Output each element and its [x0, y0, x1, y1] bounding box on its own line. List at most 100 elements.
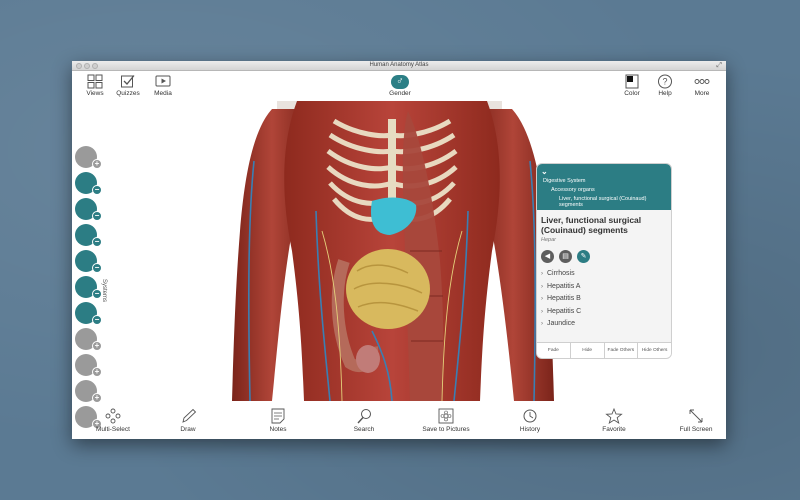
multi-select-button[interactable]: Multi-Select: [87, 408, 139, 433]
minus-badge-icon: −: [92, 237, 102, 247]
camera-flower-icon: [438, 408, 454, 424]
top-toolbar: Views Quizzes Media ♂ Gender Color ? Hel…: [72, 71, 726, 101]
search-icon: [357, 409, 371, 424]
media-play-icon: [155, 75, 171, 87]
history-button[interactable]: History: [504, 408, 556, 433]
chevron-right-icon: ›: [541, 271, 543, 277]
structure-title: Liver, functional surgical (Couinaud) se…: [541, 215, 642, 235]
views-grid-icon: [87, 74, 103, 89]
favorite-star-icon: [605, 408, 623, 424]
search-button[interactable]: Search: [338, 408, 390, 433]
window-fullscreen-icon[interactable]: ⤢: [716, 62, 722, 70]
media-button[interactable]: Media: [146, 74, 180, 97]
structure-info-panel: ⌄ Digestive System Accessory organs Live…: [536, 163, 672, 359]
history-label: History: [519, 426, 541, 433]
color-swatch-icon: [625, 74, 639, 89]
chevron-right-icon: ›: [541, 321, 543, 327]
system-toggle-button[interactable]: −: [75, 224, 102, 248]
views-button[interactable]: Views: [78, 74, 112, 97]
systems-tab-label[interactable]: Systems: [101, 279, 107, 302]
pencil-icon: [182, 408, 197, 423]
plus-badge-icon: +: [92, 341, 102, 351]
condition-label: Cirrhosis: [547, 270, 575, 277]
help-question-icon: ?: [658, 74, 672, 89]
structure-latin-name: Hepar: [541, 237, 556, 243]
app-window: Human Anatomy Atlas ⤢ Views Quizzes Medi…: [72, 61, 726, 439]
hide-button[interactable]: Hide: [571, 343, 605, 358]
quizzes-check-icon: [121, 75, 135, 88]
condition-label: Hepatitis A: [547, 282, 581, 290]
system-toggle-button[interactable]: +: [75, 146, 102, 170]
plus-badge-icon: +: [92, 393, 102, 403]
bottom-toolbar: Multi-Select Draw Notes Search Save to P…: [72, 405, 726, 439]
breadcrumb-digestive-system[interactable]: Digestive System: [541, 178, 667, 184]
search-label: Search: [353, 426, 375, 433]
collapse-chevron-icon[interactable]: ⌄: [541, 167, 667, 176]
gender-label: Gender: [389, 90, 411, 97]
definition-book-icon[interactable]: ▤: [559, 250, 572, 263]
minus-badge-icon: −: [92, 211, 102, 221]
help-button[interactable]: ? Help: [648, 74, 682, 97]
color-label: Color: [624, 90, 640, 97]
conditions-list: › Cirrhosis › Hepatitis A › Hepatitis B › He…: [537, 268, 671, 331]
pronunciation-speaker-icon[interactable]: ◀: [541, 250, 554, 263]
gender-button[interactable]: ♂ Gender: [383, 75, 417, 97]
more-dots-icon: [694, 79, 710, 84]
notes-button[interactable]: Notes: [252, 408, 304, 433]
anatomy-3d-viewport[interactable]: + − − − − − − + + + + Systems ⌄ Digestive System A…: [72, 101, 726, 429]
quizzes-button[interactable]: Quizzes: [111, 74, 145, 97]
favorite-button[interactable]: Favorite: [588, 408, 640, 433]
dissect-icon[interactable]: ✎: [577, 250, 590, 263]
condition-label: Hepatitis C: [547, 307, 582, 315]
fade-others-button[interactable]: Fade Others: [605, 343, 639, 358]
system-toggle-button[interactable]: −: [75, 172, 102, 196]
full-screen-button[interactable]: Full Screen: [670, 408, 722, 433]
chevron-right-icon: ›: [541, 296, 543, 302]
more-label: More: [694, 90, 710, 97]
list-item[interactable]: › Cirrhosis: [541, 268, 667, 281]
save-to-pictures-button[interactable]: Save to Pictures: [413, 408, 479, 433]
quizzes-label: Quizzes: [116, 90, 140, 97]
system-toggle-button[interactable]: −: [75, 276, 102, 300]
system-toggle-button[interactable]: +: [75, 328, 102, 352]
structure-actions-row: ◀ ▤ ✎: [537, 245, 671, 268]
media-label: Media: [154, 90, 172, 97]
male-gender-icon: ♂: [391, 75, 409, 89]
notes-label: Notes: [269, 426, 287, 433]
system-toggle-button[interactable]: −: [75, 302, 102, 326]
system-toggle-button[interactable]: −: [75, 198, 102, 222]
plus-badge-icon: +: [92, 159, 102, 169]
more-button[interactable]: More: [685, 74, 719, 97]
system-toggle-button[interactable]: +: [75, 354, 102, 378]
minus-badge-icon: −: [92, 185, 102, 195]
color-button[interactable]: Color: [615, 74, 649, 97]
help-label: Help: [658, 90, 672, 97]
notes-icon: [271, 408, 285, 424]
breadcrumb-liver-segments[interactable]: Liver, functional surgical (Couinaud) se…: [541, 196, 667, 208]
minus-badge-icon: −: [92, 263, 102, 273]
draw-label: Draw: [180, 426, 196, 433]
breadcrumb: ⌄ Digestive System Accessory organs Live…: [537, 164, 671, 210]
list-item[interactable]: › Jaundice: [541, 318, 667, 331]
breadcrumb-accessory-organs[interactable]: Accessory organs: [541, 187, 667, 193]
condition-label: Jaundice: [547, 320, 576, 327]
list-item[interactable]: › Hepatitis C: [541, 306, 667, 319]
window-title: Human Anatomy Atlas: [369, 62, 429, 68]
hide-others-button[interactable]: Hide Others: [638, 343, 671, 358]
multi-select-label: Multi-Select: [96, 426, 130, 433]
multi-select-icon: [105, 408, 121, 424]
visibility-actions: Fade Hide Fade Others Hide Others: [537, 342, 671, 358]
minus-badge-icon: −: [92, 315, 102, 325]
list-item[interactable]: › Hepatitis A: [541, 281, 667, 294]
chevron-right-icon: ›: [541, 308, 543, 315]
full-screen-arrows-icon: [689, 409, 703, 423]
system-toggle-button[interactable]: −: [75, 250, 102, 274]
system-toggle-button[interactable]: +: [75, 380, 102, 404]
condition-label: Hepatitis B: [547, 295, 581, 302]
list-item[interactable]: › Hepatitis B: [541, 293, 667, 306]
favorite-label: Favorite: [602, 426, 626, 433]
full-screen-label: Full Screen: [679, 426, 713, 433]
chevron-right-icon: ›: [541, 283, 543, 290]
draw-button[interactable]: Draw: [162, 408, 214, 433]
fade-button[interactable]: Fade: [537, 343, 571, 358]
